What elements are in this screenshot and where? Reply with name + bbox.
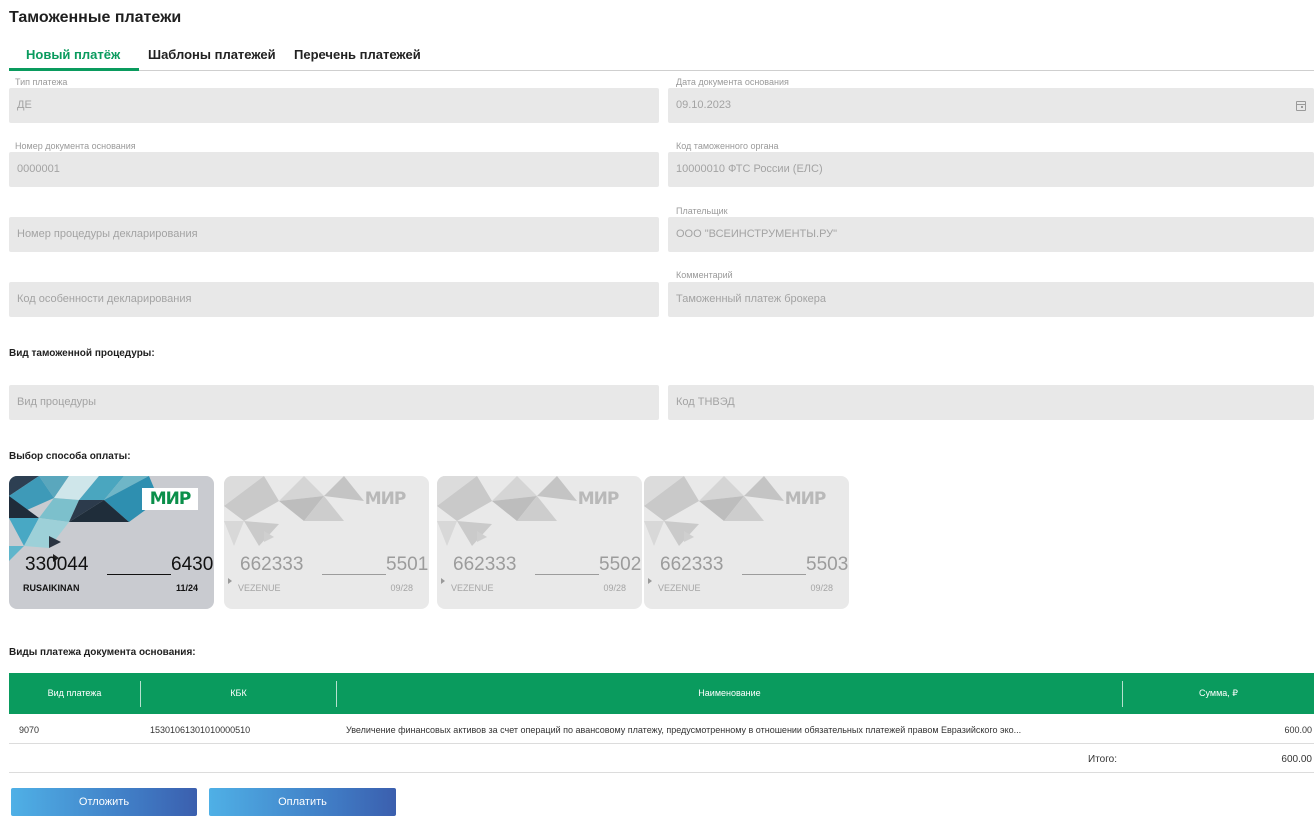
procedure-kind-field[interactable]: Вид процедуры <box>9 385 659 420</box>
card-marker-icon <box>441 578 445 584</box>
card-number-mask-line <box>107 574 171 575</box>
procedure-section-title: Вид таможенной процедуры: <box>9 348 155 359</box>
payment-type-field[interactable]: ДЕ <box>9 88 659 123</box>
total-label: Итого: <box>1088 754 1117 765</box>
card-expiry: 09/28 <box>810 583 833 593</box>
card-option-1[interactable]: МИР 330044 6430 RUSAIKINAN 11/24 <box>9 476 214 609</box>
mir-logo: МИР <box>784 489 827 509</box>
card-number-end: 5503 <box>806 554 849 575</box>
tabs-bar: Новый платёж Шаблоны платежей Перечень п… <box>9 43 1314 71</box>
card-holder: VEZENUE <box>238 583 281 593</box>
card-expiry: 09/28 <box>390 583 413 593</box>
card-option-3[interactable]: МИР 662333 5502 VEZENUE 09/28 <box>437 476 642 609</box>
payments-table-header: Вид платежа КБК Наименование Сумма, ₽ <box>9 673 1314 714</box>
pay-button[interactable]: Оплатить <box>209 788 396 816</box>
tab-payment-list[interactable]: Перечень платежей <box>294 47 421 62</box>
card-number-end: 5502 <box>599 554 642 575</box>
card-number-start: 662333 <box>240 554 304 575</box>
card-number-end: 5501 <box>386 554 429 575</box>
card-marker-icon <box>228 578 232 584</box>
mir-logo: МИР <box>142 488 198 510</box>
procedure-number-field[interactable]: Номер процедуры декларирования <box>9 217 659 252</box>
card-expiry: 11/24 <box>175 583 198 593</box>
customs-code-label: Код таможенного органа <box>676 141 779 151</box>
doc-date-value: 09.10.2023 <box>676 99 732 111</box>
card-option-4[interactable]: МИР 662333 5503 VEZENUE 09/28 <box>644 476 849 609</box>
payer-label: Плательщик <box>676 206 728 216</box>
column-header-amount[interactable]: Сумма, ₽ <box>1123 673 1314 714</box>
feature-code-field[interactable]: Код особенности декларирования <box>9 282 659 317</box>
page-title: Таможенные платежи <box>9 9 182 26</box>
card-expiry: 09/28 <box>603 583 626 593</box>
customs-code-field[interactable]: 10000010 ФТС России (ЕЛС) <box>668 152 1314 187</box>
card-number-start: 662333 <box>660 554 724 575</box>
mir-logo: МИР <box>364 489 407 509</box>
active-tab-indicator <box>9 68 139 71</box>
card-number-end: 6430 <box>171 554 214 575</box>
card-holder: RUSAIKINAN <box>23 583 80 593</box>
card-option-2[interactable]: МИР 662333 5501 VEZENUE 09/28 <box>224 476 429 609</box>
calendar-icon[interactable] <box>1296 101 1306 111</box>
row-divider <box>9 743 1314 744</box>
cell-amount: 600.00 <box>1284 725 1312 735</box>
doc-date-label: Дата документа основания <box>676 77 789 87</box>
payment-method-title: Выбор способа оплаты: <box>9 451 131 462</box>
cell-kbk: 15301061301010000510 <box>150 725 251 735</box>
card-number-start: 662333 <box>453 554 517 575</box>
cell-type: 9070 <box>19 725 40 735</box>
doc-number-label: Номер документа основания <box>15 141 136 151</box>
payment-type-label: Тип платежа <box>15 77 68 87</box>
column-header-kbk[interactable]: КБК <box>141 673 336 714</box>
card-marker-icon <box>648 578 652 584</box>
mir-logo: МИР <box>577 489 620 509</box>
tab-payment-templates[interactable]: Шаблоны платежей <box>148 47 276 62</box>
comment-field[interactable]: Таможенный платеж брокера <box>668 282 1314 317</box>
row-divider <box>9 772 1314 773</box>
doc-date-field[interactable]: 09.10.2023 <box>668 88 1314 123</box>
card-number-mask-line <box>535 574 599 575</box>
payer-field[interactable]: ООО "ВСЕИНСТРУМЕНТЫ.РУ" <box>668 217 1314 252</box>
card-holder: VEZENUE <box>451 583 494 593</box>
column-header-type[interactable]: Вид платежа <box>9 673 140 714</box>
card-number-mask-line <box>322 574 386 575</box>
payments-table-title: Виды платежа документа основания: <box>9 647 196 658</box>
doc-number-field[interactable]: 0000001 <box>9 152 659 187</box>
card-holder: VEZENUE <box>658 583 701 593</box>
column-header-name[interactable]: Наименование <box>337 673 1122 714</box>
tab-new-payment[interactable]: Новый платёж <box>26 47 120 62</box>
comment-label: Комментарий <box>676 270 733 280</box>
cell-name: Увеличение финансовых активов за счет оп… <box>346 725 1022 735</box>
postpone-button[interactable]: Отложить <box>11 788 197 816</box>
card-number-mask-line <box>742 574 806 575</box>
tnved-code-field[interactable]: Код ТНВЭД <box>668 385 1314 420</box>
total-value: 600.00 <box>1281 754 1312 765</box>
card-number-start: 330044 <box>25 554 89 575</box>
